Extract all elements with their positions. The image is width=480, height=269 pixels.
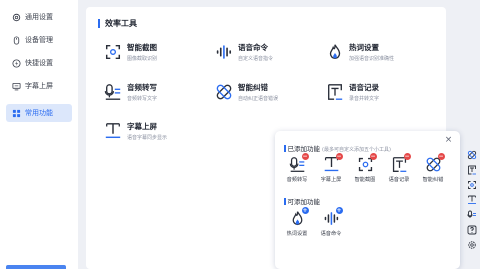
settings-icon[interactable] (467, 240, 477, 250)
tool-name: 智能截图 (127, 43, 157, 52)
sidebar-item-label: 字幕上屏 (25, 82, 53, 90)
tool-desc: 图像截取识别 (127, 56, 158, 62)
sidebar-item-label: 快捷设置 (25, 59, 53, 67)
tool-name: 字幕上屏 (127, 122, 157, 131)
tool-desc: 加强语音识别准确性 (349, 56, 395, 62)
sidebar-item-label: 常用功能 (25, 109, 53, 117)
added-tool-subtitle-display[interactable]: − 字幕上屏 (315, 153, 347, 186)
tool-label: 语音命令 (320, 231, 342, 237)
tool-name: 语音命令 (238, 43, 268, 52)
voice-record-icon[interactable] (467, 165, 477, 175)
available-section-title: 可添加功能 (287, 198, 321, 206)
mouse-icon (13, 35, 20, 45)
remove-badge[interactable]: − (369, 153, 377, 160)
tool-smart-correction[interactable]: 智能纠错自动纠正语音错误 (215, 82, 315, 108)
sidebar-item-shortcut-settings[interactable]: 快捷设置 (6, 54, 72, 72)
tool-subtitle-display[interactable]: 字幕上屏语音字幕同步显示 (104, 121, 204, 147)
tool-voice-record[interactable]: 语音记录录音并转文字 (326, 82, 426, 108)
close-button[interactable]: × (444, 136, 453, 145)
monitor-icon (12, 82, 21, 90)
subtitle-icon (105, 123, 121, 139)
added-tool-smart-screenshot[interactable]: − 智能截图 (349, 153, 381, 186)
added-tool-smart-correction[interactable]: − 智能纠错 (417, 153, 449, 186)
sidebar-item-label: 设备管理 (25, 36, 53, 44)
sidebar-bottom-button[interactable] (6, 265, 66, 269)
screenshot-icon[interactable] (467, 180, 477, 190)
sidebar: 通用设置 设备管理 快捷设置 字幕上屏 常用功能 (0, 0, 78, 269)
tool-name: 智能纠错 (238, 83, 268, 92)
tool-desc: 自定义语音指令 (238, 56, 274, 62)
available-tool-hotword-settings[interactable]: + 热词设置 (281, 207, 313, 240)
gear-icon (12, 13, 21, 21)
remove-badge[interactable]: − (403, 153, 411, 160)
subtitle-icon[interactable] (467, 195, 477, 205)
tool-name: 语音记录 (349, 83, 379, 92)
bandage-icon (216, 84, 232, 100)
added-section-header: 已添加功能 (最多可自定义添加五个小工具) (284, 143, 391, 153)
sidebar-item-label: 通用设置 (25, 13, 53, 21)
section-title: 效率工具 (98, 19, 137, 28)
remove-badge[interactable]: − (437, 153, 445, 160)
sidebar-item-subtitle-display[interactable]: 字幕上屏 (6, 77, 72, 95)
tool-voice-command[interactable]: 语音命令自定义语音指令 (215, 42, 315, 68)
tool-desc: 自动纠正语音错误 (238, 96, 279, 102)
added-tool-voice-record[interactable]: − 语音记录 (383, 153, 415, 186)
tool-smart-screenshot[interactable]: 智能截图图像截取识别 (104, 42, 204, 68)
audio-transcribe-icon (104, 84, 121, 100)
added-section-title: 已添加功能 (287, 145, 321, 153)
tool-label: 智能截图 (354, 177, 376, 183)
sidebar-item-common-functions[interactable]: 常用功能 (6, 104, 72, 122)
add-badge[interactable]: + (301, 207, 309, 214)
add-badge[interactable]: + (335, 207, 343, 214)
tool-desc: 音频转写文字 (127, 96, 158, 102)
help-icon[interactable] (467, 225, 477, 235)
screenshot-icon (105, 44, 121, 60)
remove-badge[interactable]: − (301, 153, 309, 160)
tool-hotword-settings[interactable]: 热词设置加强语音识别准确性 (326, 42, 426, 68)
available-tool-voice-command[interactable]: + 语音命令 (315, 207, 347, 240)
hotword-icon (329, 44, 341, 59)
tool-label: 音频转写 (286, 177, 308, 183)
voice-record-icon (328, 84, 343, 100)
added-tool-audio-transcribe[interactable]: − 音频转写 (281, 153, 313, 186)
sidebar-item-general-settings[interactable]: 通用设置 (6, 8, 72, 26)
floating-toolbar (463, 150, 480, 269)
section-marker (284, 197, 286, 205)
tool-desc: 语音字幕同步显示 (127, 135, 168, 141)
section-marker (284, 144, 286, 152)
grid-icon (12, 109, 21, 117)
tool-desc: 录音并转文字 (349, 96, 380, 102)
tool-label: 语音记录 (388, 177, 410, 183)
sidebar-item-device-management[interactable]: 设备管理 (6, 31, 72, 49)
tool-name: 热词设置 (349, 43, 379, 52)
tool-name: 音频转写 (127, 83, 157, 92)
bandage-icon[interactable] (467, 150, 477, 160)
tool-label: 智能纠错 (422, 177, 444, 183)
added-section-hint: (最多可自定义添加五个小工具) (322, 147, 391, 153)
remove-badge[interactable]: − (335, 153, 343, 160)
toolbar-customize-popup: × 已添加功能 (最多可自定义添加五个小工具) − 音频转写 − 字幕上屏 − … (275, 131, 460, 269)
voice-wave-icon (216, 45, 232, 59)
tool-audio-transcribe[interactable]: 音频转写音频转写文字 (104, 82, 204, 108)
available-section-header: 可添加功能 (284, 196, 320, 206)
tool-label: 热词设置 (286, 231, 308, 237)
lightning-icon (12, 58, 21, 68)
tool-label: 字幕上屏 (320, 177, 342, 183)
audio-transcribe-icon[interactable] (466, 210, 477, 220)
